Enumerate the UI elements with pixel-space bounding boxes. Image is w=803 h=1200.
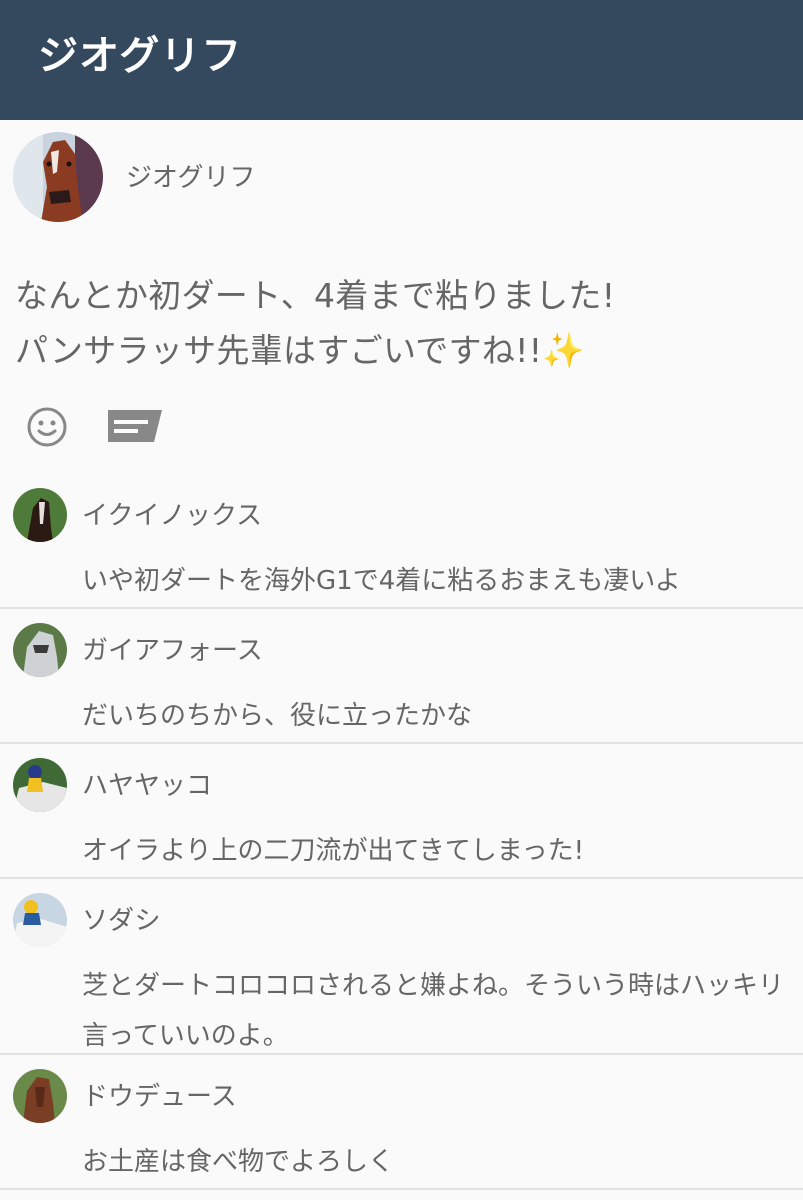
comment-text: 芝とダートコロコロされると嫌よね。そういう時はハッキリ言っていいのよ。 (82, 971, 785, 1051)
comment-author-name[interactable]: ハヤヤッコ (82, 766, 212, 806)
app-title: ジオグリフ (38, 33, 243, 79)
comment-item: ソダシ 芝とダートコロコロされると嫌よね。そういう時はハッキリ言っていいのよ。 (0, 879, 803, 1055)
post-author-name[interactable]: ジオグリフ (126, 158, 255, 198)
horse-avatar-icon (13, 623, 67, 677)
comment-author-name[interactable]: ガイアフォース (82, 631, 263, 671)
sparkles-emoji: ✨ (542, 331, 585, 371)
horse-avatar-icon (13, 1069, 67, 1123)
post-body: なんとか初ダート、4着まで粘りました! パンサラッサ先輩はすごいですね!!✨ (15, 268, 785, 379)
horse-avatar-icon (13, 893, 67, 947)
comment-author-avatar[interactable] (13, 1069, 67, 1123)
comment-author-name[interactable]: イクイノックス (82, 496, 262, 536)
comment-author-avatar[interactable] (13, 893, 67, 947)
comment-item: ドウデュース お土産は食べ物でよろしく (0, 1055, 803, 1190)
comment-text: オイラより上の二刀流が出てきてしまった! (82, 836, 585, 866)
smile-icon[interactable] (26, 406, 68, 448)
horse-avatar-icon (13, 758, 67, 812)
post-body-line-1: なんとか初ダート、4着まで粘りました! (15, 276, 616, 315)
comment-author-name[interactable]: ソダシ (82, 901, 161, 941)
comment-item: ハヤヤッコ オイラより上の二刀流が出てきてしまった! (0, 744, 803, 879)
comment-author-name[interactable]: ドウデュース (82, 1077, 237, 1117)
post: ジオグリフ なんとか初ダート、4着まで粘りました! パンサラッサ先輩はすごいです… (0, 120, 803, 480)
comment-author-avatar[interactable] (13, 758, 67, 812)
comment-text: お土産は食べ物でよろしく (82, 1147, 395, 1177)
comment-item: ガイアフォース だいちのちから、役に立ったかな (0, 609, 803, 744)
comment-icon[interactable] (108, 408, 164, 444)
comments-list: イクイノックス いや初ダートを海外G1で4着に粘るおまえも凄いよ ガイアフォース… (0, 474, 803, 1190)
post-body-line-2-text: パンサラッサ先輩はすごいですね!! (15, 331, 543, 370)
app-bar: ジオグリフ (0, 0, 803, 120)
post-author-avatar[interactable] (13, 132, 103, 222)
horse-avatar-icon (13, 488, 67, 542)
comment-item: イクイノックス いや初ダートを海外G1で4着に粘るおまえも凄いよ (0, 474, 803, 609)
post-body-line-2: パンサラッサ先輩はすごいですね!!✨ (15, 323, 785, 379)
horse-avatar-icon (13, 132, 103, 222)
comment-text: いや初ダートを海外G1で4着に粘るおまえも凄いよ (82, 566, 681, 596)
comment-author-avatar[interactable] (13, 623, 67, 677)
comment-author-avatar[interactable] (13, 488, 67, 542)
comment-text: だいちのちから、役に立ったかな (82, 701, 473, 731)
